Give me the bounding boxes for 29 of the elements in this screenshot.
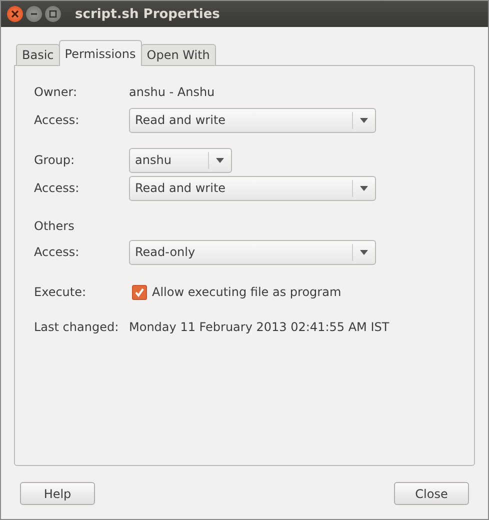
help-button[interactable]: Help <box>20 482 95 505</box>
field-label: Owner: <box>34 85 78 99</box>
maximize-icon[interactable] <box>45 6 61 22</box>
caret-icon <box>360 250 368 254</box>
minimize-icon[interactable] <box>26 6 42 22</box>
tab[interactable]: Basic <box>16 44 60 65</box>
dropdown[interactable]: Read-only <box>129 240 376 264</box>
field-label: Access: <box>34 181 80 195</box>
caret-icon <box>216 158 224 162</box>
field-value: Monday 11 February 2013 02:41:55 AM IST <box>129 320 390 334</box>
checkbox-label[interactable]: Allow executing file as program <box>152 285 342 299</box>
field-label: Access: <box>34 245 80 259</box>
field-value: anshu - Anshu <box>129 85 215 99</box>
field-label: Others <box>34 219 76 233</box>
window-title: script.sh Properties <box>75 6 220 22</box>
dropdown[interactable]: anshu <box>129 148 232 172</box>
close-button[interactable]: Close <box>394 482 469 505</box>
tab[interactable]: Open With <box>140 44 216 65</box>
dropdown[interactable]: Read and write <box>129 176 376 200</box>
dropdown[interactable]: Read and write <box>129 108 376 132</box>
caret-icon <box>360 118 368 122</box>
tab[interactable]: Permissions <box>58 40 142 66</box>
field-label: Last changed: <box>34 320 120 334</box>
field-label: Execute: <box>34 285 88 299</box>
field-label: Group: <box>34 153 76 167</box>
checkbox[interactable] <box>132 284 147 300</box>
caret-icon <box>360 186 368 190</box>
field-label: Access: <box>34 113 80 127</box>
close-icon[interactable] <box>7 6 23 22</box>
